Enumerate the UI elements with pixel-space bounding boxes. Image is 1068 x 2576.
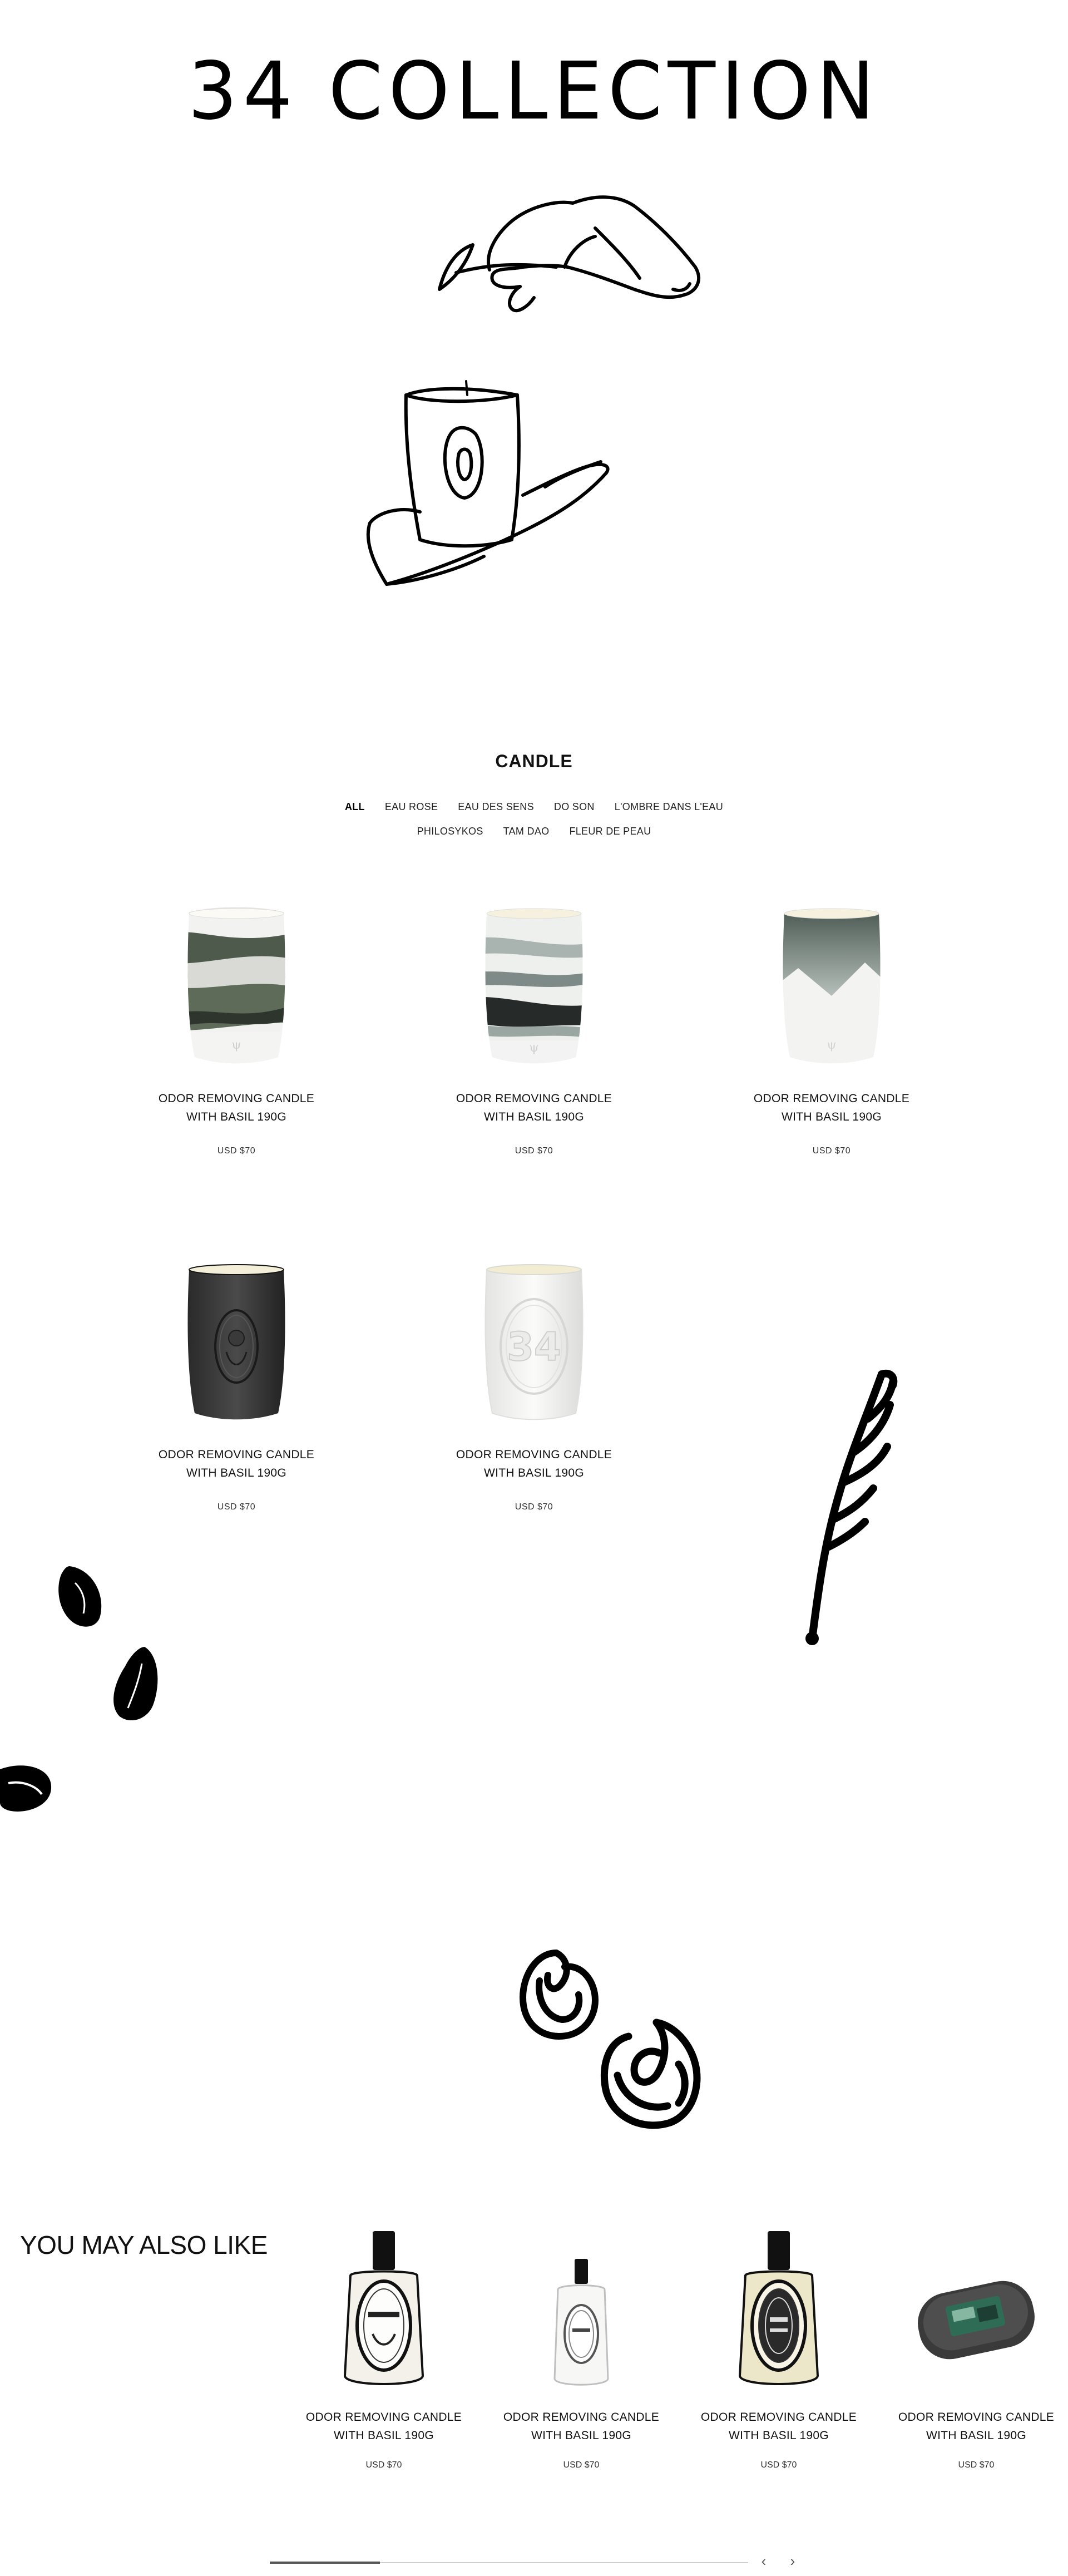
- seed-illustration: [0, 1765, 52, 1812]
- filter-eau-des-sens[interactable]: EAU DES SENS: [458, 801, 534, 813]
- product-price: USD $70: [365, 2460, 402, 2470]
- seed-illustration: [58, 1566, 102, 1627]
- section-title: CANDLE: [495, 751, 573, 771]
- recommended-product-card[interactable]: ODOR REMOVING CANDLE WITH BASIL 190G USD …: [295, 2220, 473, 2470]
- filter-do-son[interactable]: DO SON: [554, 801, 595, 813]
- perfume-bottle-image[interactable]: [317, 2220, 451, 2398]
- product-card[interactable]: ψ ODOR REMOVING CANDLE WITH BASIL 190G US…: [417, 901, 651, 1156]
- car-diffuser-image[interactable]: [909, 2220, 1043, 2398]
- candle-image[interactable]: ψ: [759, 901, 904, 1068]
- recommended-product-card[interactable]: ODOR REMOVING CANDLE WITH BASIL 190G USD …: [690, 2220, 868, 2470]
- filter-tam-dao[interactable]: TAM DAO: [503, 826, 550, 837]
- product-name[interactable]: ODOR REMOVING CANDLE WITH BASIL 190G: [417, 1089, 651, 1126]
- product-price: USD $70: [958, 2460, 995, 2470]
- product-price: USD $70: [812, 1146, 851, 1156]
- page-title: 34 COLLECTION: [187, 45, 881, 138]
- basil-sprig-illustration: [805, 1369, 898, 1645]
- recommended-product-card[interactable]: ODOR REMOVING CANDLE WITH BASIL 190G USD …: [887, 2220, 1065, 2470]
- product-card[interactable]: ODOR REMOVING CANDLE WITH BASIL 190G USD …: [120, 1257, 353, 1512]
- perfume-bottle-image[interactable]: [712, 2220, 846, 2398]
- chevron-left-icon[interactable]: ‹: [755, 2553, 772, 2569]
- filter-fleur-de-peau[interactable]: FLEUR DE PEAU: [569, 826, 651, 837]
- product-price: USD $70: [515, 1146, 553, 1156]
- product-price: USD $70: [563, 2460, 600, 2470]
- flower-bud-illustration: [520, 1950, 599, 2040]
- candle-image[interactable]: 34: [462, 1257, 606, 1424]
- filter-eau-rose[interactable]: EAU ROSE: [385, 801, 438, 813]
- chevron-right-icon[interactable]: ›: [784, 2553, 801, 2569]
- section-heading-recommendations: YOU MAY ALSO LIKE: [20, 2230, 268, 2259]
- product-card[interactable]: ψ ODOR REMOVING CANDLE WITH BASIL 190G US…: [715, 901, 948, 1156]
- filter-row-2: PHILOSYKOS TAM DAO FLEUR DE PEAU: [312, 826, 756, 837]
- filter-row-1: ALL EAU ROSE EAU DES SENS DO SON L'OMBRE DAN…: [312, 801, 756, 813]
- svg-text:ψ: ψ: [529, 1041, 538, 1055]
- product-name[interactable]: ODOR REMOVING CANDLE WITH BASIL 190G: [715, 1089, 948, 1126]
- product-price: USD $70: [217, 1502, 256, 1512]
- candle-image[interactable]: ψ: [164, 901, 309, 1068]
- svg-text:ψ: ψ: [231, 1038, 241, 1052]
- product-card[interactable]: 34 ODOR REMOVING CANDLE WITH BASIL 190G U…: [417, 1257, 651, 1512]
- flower-bud-illustration: [600, 2019, 701, 2129]
- seed-illustration: [113, 1647, 158, 1721]
- filter-philosykos[interactable]: PHILOSYKOS: [417, 826, 483, 837]
- hand-with-leaf-illustration: [438, 195, 700, 313]
- product-name[interactable]: ODOR REMOVING CANDLE WITH BASIL 190G: [690, 2408, 868, 2445]
- recommended-product-card[interactable]: ODOR REMOVING CANDLE WITH BASIL 190G USD …: [492, 2220, 670, 2470]
- filter-lombre-dans-leau[interactable]: L'OMBRE DANS L'EAU: [615, 801, 723, 813]
- hand-with-candle-illustration: [366, 380, 610, 586]
- svg-text:ψ: ψ: [827, 1038, 836, 1052]
- svg-text:34: 34: [507, 1324, 561, 1370]
- product-price: USD $70: [217, 1146, 256, 1156]
- product-name[interactable]: ODOR REMOVING CANDLE WITH BASIL 190G: [887, 2408, 1065, 2445]
- filter-all[interactable]: ALL: [345, 801, 365, 813]
- product-price: USD $70: [760, 2460, 797, 2470]
- candle-image[interactable]: [164, 1257, 309, 1424]
- product-price: USD $70: [515, 1502, 553, 1512]
- product-name[interactable]: ODOR REMOVING CANDLE WITH BASIL 190G: [295, 2408, 473, 2445]
- product-name[interactable]: ODOR REMOVING CANDLE WITH BASIL 190G: [120, 1445, 353, 1482]
- product-name[interactable]: ODOR REMOVING CANDLE WITH BASIL 190G: [417, 1445, 651, 1482]
- candle-image[interactable]: ψ: [462, 901, 606, 1068]
- carousel-scrollbar-thumb[interactable]: [270, 2562, 380, 2564]
- product-name[interactable]: ODOR REMOVING CANDLE WITH BASIL 190G: [492, 2408, 670, 2445]
- product-name[interactable]: ODOR REMOVING CANDLE WITH BASIL 190G: [120, 1089, 353, 1126]
- product-card[interactable]: ψ ODOR REMOVING CANDLE WITH BASIL 190G US…: [120, 901, 353, 1156]
- perfume-bottle-image[interactable]: [515, 2220, 648, 2398]
